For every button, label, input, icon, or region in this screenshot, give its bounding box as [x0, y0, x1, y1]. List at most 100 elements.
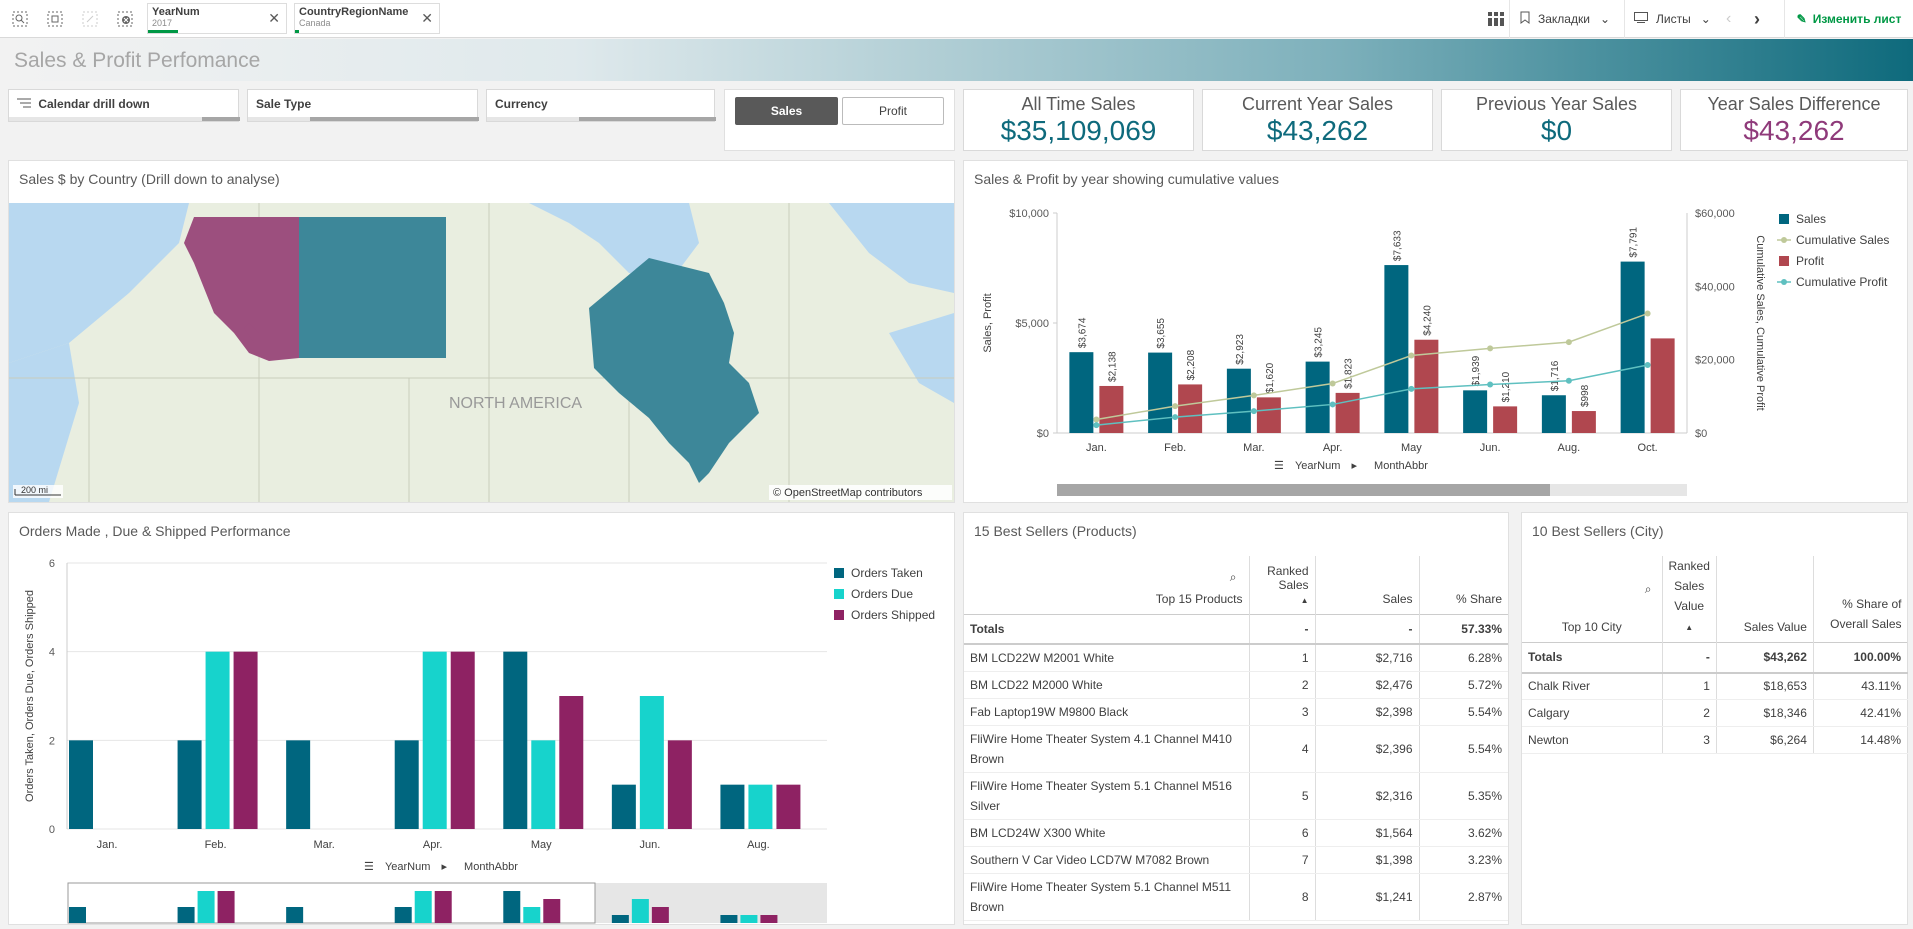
orders-taken-bar[interactable] [286, 740, 311, 829]
sheets-button[interactable]: Листы ⌄ [1634, 0, 1720, 38]
table-row[interactable]: BM LCD24W X300 White 6 $1,564 3.62% [964, 819, 1508, 847]
cumulative-profit-point[interactable] [1565, 377, 1572, 384]
cumulative-sales-point[interactable] [1487, 345, 1494, 352]
orders-shipped-bar[interactable] [450, 651, 475, 829]
table-row[interactable]: Fab Laptop19W M9800 Black 3 $2,398 5.54% [964, 698, 1508, 726]
orders-taken-bar[interactable] [69, 740, 93, 829]
orders-taken-bar[interactable] [720, 784, 745, 829]
row-label-cell[interactable]: FliWire Home Theater System 5.1 Channel … [964, 772, 1250, 820]
orders-shipped-bar[interactable] [559, 696, 584, 829]
profit-bar[interactable] [1178, 384, 1203, 433]
row-label-cell[interactable]: FliWire Home Theater System 4.1 Channel … [964, 725, 1250, 773]
orders-shipped-bar[interactable] [233, 651, 258, 829]
cumulative-sales-point[interactable] [1329, 380, 1336, 387]
row-label-cell[interactable]: Southern V Car Video LCD7W M7082 Brown [964, 846, 1250, 874]
cumulative-sales-point[interactable] [1093, 416, 1100, 423]
table-row[interactable]: Calgary 2 $18,346 42.41% [1522, 699, 1909, 727]
currency-filter[interactable]: Currency [486, 89, 716, 122]
profit-bar[interactable] [1493, 406, 1518, 433]
orders-due-bar[interactable] [205, 651, 230, 829]
table-row[interactable]: FliWire Home Theater System 5.1 Channel … [964, 772, 1508, 820]
table-row[interactable]: Newton 3 $6,264 14.48% [1522, 726, 1909, 754]
calendar-drilldown-filter[interactable]: Calendar drill down [8, 89, 240, 122]
sales-bar[interactable] [1384, 265, 1409, 433]
profit-bar[interactable] [1256, 397, 1281, 433]
orders-taken-bar[interactable] [394, 740, 419, 829]
legend-label[interactable]: Orders Due [851, 587, 913, 601]
chevron-right-icon[interactable]: › [1754, 0, 1774, 38]
close-icon[interactable]: ✕ [268, 10, 280, 27]
cumulative-sales-point[interactable] [1565, 339, 1572, 346]
cumulative-profit-point[interactable] [1408, 385, 1415, 392]
legend-label[interactable]: Cumulative Profit [1796, 275, 1888, 289]
close-icon[interactable]: ✕ [421, 10, 433, 27]
profit-toggle-button[interactable]: Profit [842, 97, 944, 125]
table-row[interactable]: Southern V Car Video LCD7W M7082 Brown 7 $… [964, 846, 1508, 874]
orders-shipped-bar[interactable] [667, 740, 692, 829]
bookmarks-button[interactable]: Закладки ⌄ [1520, 0, 1625, 38]
column-header[interactable]: Sales [1315, 556, 1420, 614]
column-header[interactable]: ⌕ Top 10 City [1522, 556, 1663, 643]
chevron-left-icon[interactable]: ‹ [1726, 0, 1746, 38]
cumulative-profit-point[interactable] [1250, 408, 1257, 415]
sales-bar[interactable] [1148, 352, 1173, 433]
clear-selections-icon[interactable] [114, 8, 136, 30]
lasso-select-icon[interactable] [44, 8, 66, 30]
grid-icon[interactable] [1482, 0, 1510, 38]
column-header[interactable]: % Share [1419, 556, 1508, 614]
table-row[interactable]: Chalk River 1 $18,653 43.11% [1522, 672, 1909, 700]
combo-drill-path[interactable]: ☰ YearNum ▸ MonthAbbr [1274, 459, 1428, 472]
sales-bar[interactable] [1069, 352, 1094, 433]
cumulative-sales-point[interactable] [1644, 310, 1651, 317]
legend-label[interactable]: Cumulative Sales [1796, 233, 1889, 247]
sales-bar[interactable] [1541, 395, 1566, 433]
edit-sheet-button[interactable]: ✎ Изменить лист [1784, 0, 1913, 38]
sales-bar[interactable] [1305, 361, 1330, 433]
column-header[interactable]: Sales Value [1716, 556, 1814, 643]
region-alberta[interactable] [299, 217, 446, 358]
table-row[interactable]: BM LCD22 M2000 White 2 $2,476 5.72% [964, 671, 1508, 699]
cumulative-sales-point[interactable] [1172, 403, 1179, 410]
sales-toggle-button[interactable]: Sales [735, 97, 838, 125]
orders-due-bar[interactable] [531, 740, 556, 829]
row-label-cell[interactable]: Chalk River [1522, 672, 1663, 700]
sales-bar[interactable] [1620, 261, 1645, 433]
legend-label[interactable]: Orders Shipped [851, 608, 935, 622]
scrollbar-thumb[interactable] [1057, 484, 1550, 496]
sales-bar[interactable] [1463, 390, 1488, 433]
row-label-cell[interactable]: Calgary [1522, 699, 1663, 727]
cumulative-profit-point[interactable] [1172, 414, 1179, 421]
profit-bar[interactable] [1099, 385, 1124, 433]
column-header[interactable]: % Share of Overall Sales [1813, 556, 1907, 643]
row-label-cell[interactable]: BM LCD22 M2000 White [964, 671, 1250, 699]
smart-search-icon[interactable] [9, 8, 31, 30]
cumulative-profit-point[interactable] [1487, 381, 1494, 388]
orders-drill-path[interactable]: ☰ YearNum ▸ MonthAbbr [364, 860, 518, 873]
orders-taken-bar[interactable] [611, 784, 636, 829]
map-attribution[interactable]: © OpenStreetMap contributors [773, 487, 923, 499]
cumulative-profit-point[interactable] [1644, 362, 1651, 369]
cumulative-sales-point[interactable] [1250, 392, 1257, 399]
orders-taken-bar[interactable] [177, 740, 202, 829]
legend-label[interactable]: Profit [1796, 254, 1825, 268]
column-header[interactable]: Ranked Sales ▲ [1249, 556, 1316, 614]
orders-taken-bar[interactable] [503, 651, 528, 829]
table-row[interactable]: FliWire Home Theater System 5.1 Channel … [964, 873, 1508, 921]
legend-label[interactable]: Orders Taken [851, 566, 923, 580]
map-canvas[interactable]: NORTH AMERICA 200 mi © OpenStreetMap con… [9, 203, 954, 502]
column-header[interactable]: Ranked Sales Value ▲ [1662, 556, 1717, 643]
search-icon[interactable]: ⌕ [1230, 570, 1237, 585]
row-label-cell[interactable]: FliWire Home Theater System 5.1 Channel … [964, 873, 1250, 921]
profit-bar[interactable] [1571, 411, 1596, 433]
combo-chart[interactable]: $10,000$5,000$0$60,000$40,000$20,000$0Sa… [964, 161, 1907, 502]
table-row[interactable]: BM LCD22W M2001 White 1 $2,716 6.28% [964, 644, 1508, 672]
cumulative-sales-point[interactable] [1408, 352, 1415, 359]
legend-label[interactable]: Sales [1796, 212, 1826, 226]
column-header[interactable]: ⌕ Top 15 Products [964, 556, 1250, 614]
sale-type-filter[interactable]: Sale Type [247, 89, 479, 122]
cumulative-profit-point[interactable] [1329, 401, 1336, 408]
cumulative-profit-point[interactable] [1093, 422, 1100, 429]
row-label-cell[interactable]: Fab Laptop19W M9800 Black [964, 698, 1250, 726]
orders-due-bar[interactable] [639, 696, 664, 829]
search-icon[interactable]: ⌕ [1645, 582, 1652, 597]
